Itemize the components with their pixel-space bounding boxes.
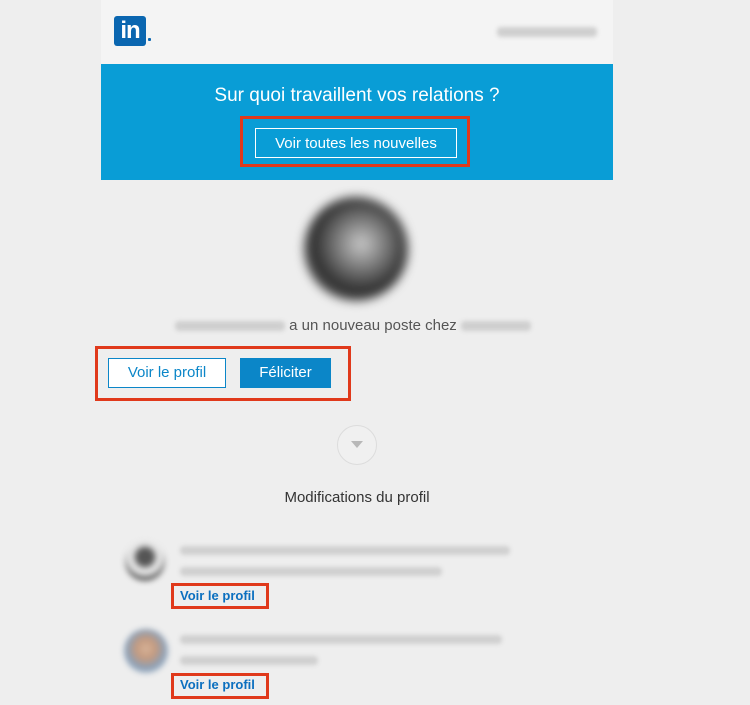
connection-avatar[interactable]: [304, 197, 408, 301]
chevron-down-icon: [351, 441, 363, 448]
profile-change-avatar[interactable]: [125, 541, 165, 581]
blurred-change-text: [180, 567, 442, 576]
linkedin-logo[interactable]: in: [114, 16, 146, 46]
blurred-change-text: [180, 635, 502, 644]
view-profile-link[interactable]: Voir le profil: [180, 588, 255, 604]
banner-title: Sur quoi travaillent vos relations ?: [214, 85, 500, 106]
profile-changes-title: Modifications du profil: [284, 489, 430, 506]
blurred-change-text: [180, 546, 510, 555]
blurred-company: [460, 321, 531, 332]
profile-change-avatar[interactable]: [124, 629, 168, 673]
logo-trademark-dot: [148, 38, 151, 41]
blurred-change-text: [180, 656, 318, 665]
blurred-name: [175, 321, 285, 332]
view-profile-button[interactable]: Voir le profil: [108, 358, 226, 388]
news-update-text: a un nouveau poste chez: [289, 317, 457, 334]
email-container: in Sur quoi travaillent vos relations ? …: [101, 0, 613, 705]
congratulate-button[interactable]: Féliciter: [240, 358, 331, 388]
view-all-news-button[interactable]: Voir toutes les nouvelles: [255, 128, 457, 158]
news-update-line: a un nouveau poste chez: [175, 316, 545, 336]
view-profile-link[interactable]: Voir le profil: [180, 677, 255, 693]
email-header: in: [101, 0, 613, 64]
news-banner: Sur quoi travaillent vos relations ? Voi…: [101, 64, 613, 180]
expand-more-button[interactable]: [337, 425, 377, 465]
blurred-header-text: [497, 27, 597, 37]
